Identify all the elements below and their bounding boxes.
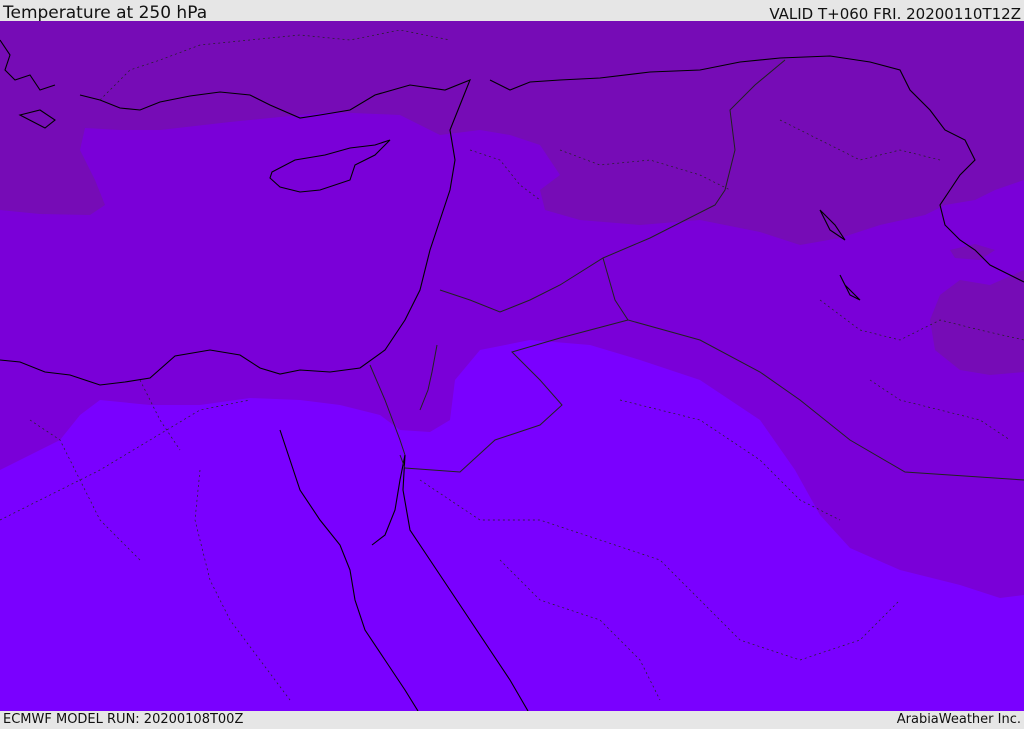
weather-map	[0, 21, 1024, 711]
credit-label: ArabiaWeather Inc.	[896, 712, 1021, 727]
model-run-label: ECMWF MODEL RUN: 20200108T00Z	[3, 712, 244, 727]
map-title: Temperature at 250 hPa	[3, 3, 208, 23]
footer-bar: ECMWF MODEL RUN: 20200108T00Z ArabiaWeat…	[0, 711, 1024, 729]
header-bar: Temperature at 250 hPa VALID T+060 FRI. …	[0, 0, 1024, 23]
